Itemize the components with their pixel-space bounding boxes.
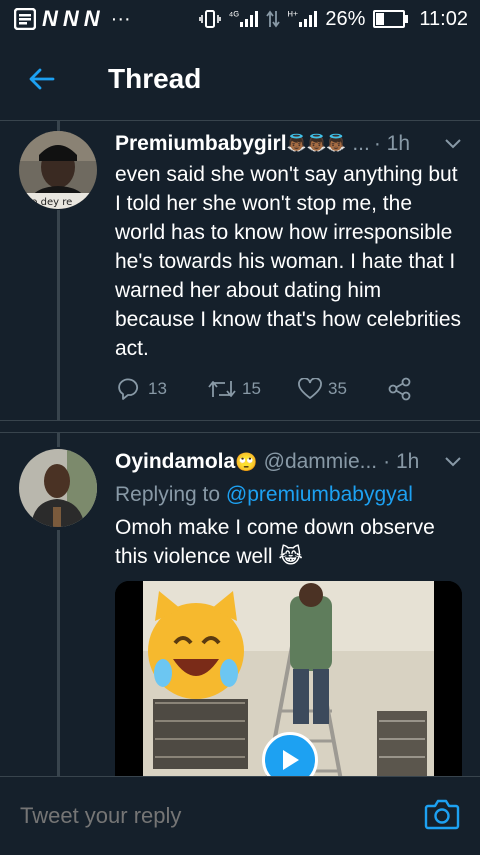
signal-1-icon: ⁴ᴳ — [229, 11, 258, 27]
notification-app-icon — [14, 8, 36, 30]
data-transfer-icon — [266, 10, 280, 28]
like-count: 35 — [328, 379, 347, 398]
tweet-body: Oyindamola 🙄 @dammie... · 1h Replying to… — [115, 448, 462, 571]
cat-emoji-overlay — [148, 591, 244, 699]
page-title: Thread — [108, 63, 202, 94]
back-arrow-icon — [29, 68, 55, 90]
retweet-icon — [208, 381, 236, 397]
status-bar: N N N ··· ⁴ᴳ ᴴ⁺ 26% 11:02 — [0, 0, 480, 38]
chevron-down-icon — [445, 457, 461, 467]
vibrate-icon — [198, 10, 221, 28]
tweet[interactable]: Oyindamola 🙄 @dammie... · 1h Replying to… — [0, 433, 480, 791]
share-icon — [388, 377, 411, 401]
like-button[interactable]: 35 — [298, 378, 388, 400]
tweet[interactable]: no dey re Premiumbabygirl 👼🏾👼🏾👼🏾 ... · 1… — [0, 121, 480, 421]
replying-to: Replying to @premiumbabygyal — [115, 480, 462, 509]
tweet-header: Oyindamola 🙄 @dammie... · 1h — [115, 448, 462, 476]
retweet-button[interactable]: 15 — [208, 379, 298, 399]
tweet-time: · 1h — [383, 450, 420, 473]
tweet-divider — [0, 420, 480, 421]
replying-to-prefix: Replying to — [115, 483, 221, 506]
tweet-body: Premiumbabygirl 👼🏾👼🏾👼🏾 ... · 1h even sai… — [115, 130, 462, 363]
notification-n-icon: N — [42, 6, 58, 31]
signal-2-icon: ᴴ⁺ — [288, 11, 318, 27]
battery-percent: 26% — [325, 7, 366, 30]
avatar[interactable] — [19, 449, 97, 527]
tweet-actions: 13 15 35 — [118, 377, 418, 401]
video-media[interactable] — [115, 581, 462, 791]
tweet-header: Premiumbabygirl 👼🏾👼🏾👼🏾 ... · 1h — [115, 130, 462, 158]
name-emojis: 👼🏾👼🏾👼🏾 — [286, 135, 347, 152]
tweet-menu-button[interactable] — [444, 130, 462, 158]
tweet-text: Omoh make I come down observe this viole… — [115, 516, 435, 568]
notification-n-icon: N — [83, 6, 100, 31]
author-handle: ... — [352, 132, 370, 155]
app-header: Thread — [0, 38, 480, 121]
author-name[interactable]: Oyindamola — [115, 448, 235, 476]
more-notifications-icon: ··· — [110, 7, 131, 30]
tweet-time: · 1h — [373, 132, 411, 155]
reply-input[interactable] — [18, 802, 424, 830]
reply-bar — [0, 776, 480, 855]
camera-icon — [424, 799, 460, 830]
clock: 11:02 — [419, 7, 468, 30]
svg-text:no dey re: no dey re — [25, 197, 72, 208]
retweet-count: 15 — [242, 379, 261, 398]
tweet-menu-button[interactable] — [444, 448, 462, 476]
back-button[interactable] — [22, 59, 62, 99]
reply-button[interactable]: 13 — [118, 378, 208, 400]
chevron-down-icon — [445, 139, 461, 149]
battery-fill — [376, 13, 384, 25]
author-handle: @dammie... — [263, 450, 378, 473]
play-icon — [283, 750, 299, 770]
camera-button[interactable] — [424, 798, 460, 834]
author-name[interactable]: Premiumbabygirl — [115, 130, 287, 158]
share-button[interactable] — [388, 377, 412, 401]
notification-n-icon: N — [62, 6, 79, 31]
replying-to-handle[interactable]: @premiumbabygyal — [226, 483, 413, 506]
reply-count: 13 — [148, 379, 167, 398]
name-emojis: 🙄 — [235, 452, 258, 472]
battery-icon — [373, 10, 409, 28]
reply-icon — [118, 378, 138, 400]
avatar[interactable]: no dey re — [19, 131, 97, 209]
tweet-text: even said she won't say anything but I t… — [115, 163, 462, 360]
heart-icon — [298, 378, 322, 400]
